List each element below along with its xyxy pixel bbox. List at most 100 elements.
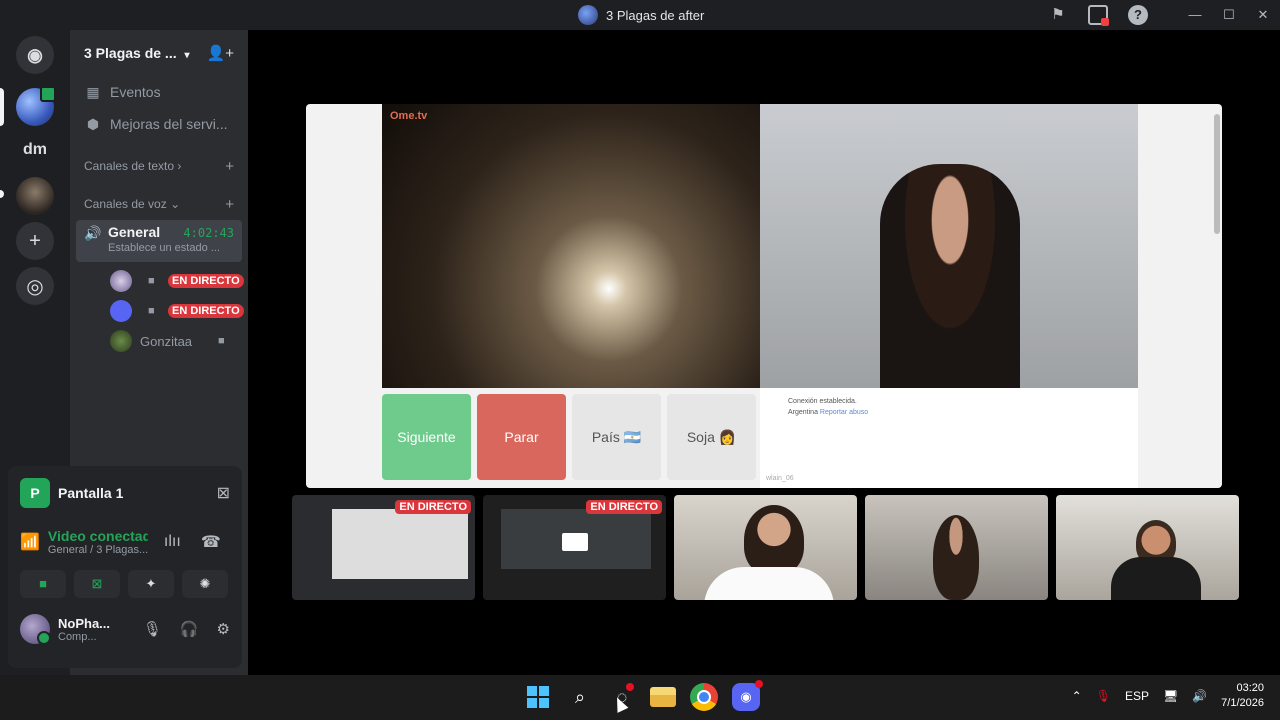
live-badge: EN DIRECTO [168,304,244,318]
add-channel-icon[interactable]: + [225,196,234,213]
connection-row: 📶 Video conectad General / 3 Plagas... ı… [8,520,242,564]
title-icons: ⚑ ? [1048,5,1148,26]
clock[interactable]: 03:20 7/1/2026 [1221,681,1264,711]
voice-status[interactable]: Establece un estado ... [108,242,234,254]
search-icon[interactable]: ⌕ [566,683,594,711]
file-explorer-icon[interactable] [650,687,676,707]
chat-footer: wlain_06 [766,475,794,482]
stream-stage: Ome.tv Siguiente Parar País 🇦🇷 Soja 👩 Co… [248,30,1280,675]
report-link[interactable]: Reportar abuso [820,409,868,416]
active-server-pill [0,88,4,126]
user-name-block[interactable]: NoPha... Comp... [58,616,110,643]
microphone-in-use-icon[interactable]: 🎙 [1096,689,1111,703]
add-server-icon[interactable]: + [16,222,54,260]
boosts-item[interactable]: ⬢ Mejoras del servi... [70,108,248,140]
chat-country: Argentina [788,409,818,416]
ometv-controls: Siguiente Parar País 🇦🇷 Soja 👩 [382,394,756,480]
chat-line-2: Argentina Reportar abuso [788,407,868,418]
user-area: NoPha... Comp... 🎙 🎧 ⚙ [8,604,242,654]
camera-tile[interactable] [674,495,857,600]
user-controls: 🎙 🎧 ⚙ [143,620,230,638]
avatar[interactable] [20,614,51,645]
voice-user[interactable]: Gonzitaa ■ [70,326,248,356]
events-item[interactable]: ▦ Eventos [70,76,248,108]
close-button[interactable]: ✕ [1246,0,1280,30]
server-user-icon[interactable] [16,177,54,215]
language-indicator[interactable]: ESP [1125,689,1149,703]
stream-tile[interactable]: EN DIRECTO [292,495,475,600]
live-badge: EN DIRECTO [395,500,471,514]
gear-icon[interactable]: ⚙ [217,620,230,638]
voice-channel-general[interactable]: 🔊 General 4:02:43 Establece un estado ..… [76,220,242,262]
guild-name-group: 3 Plagas de ... ▾ [84,45,190,61]
chat-message: Conexión establecida. Argentina Reportar… [788,396,868,418]
chevron-right-icon: › [177,159,182,173]
country-button[interactable]: País 🇦🇷 [572,394,661,480]
participant-body [704,567,834,600]
volume-icon[interactable]: 🔊 [1192,689,1207,703]
microphone-icon[interactable]: 🎙 [143,620,162,638]
connection-subtitle: General / 3 Plagas... [47,544,148,556]
camera-icon: ■ [218,335,225,347]
discord-taskbar-icon[interactable]: ◉ [732,680,763,711]
ometv-logo: Ome.tv [390,110,428,122]
inbox-flag-icon[interactable]: ⚑ [1048,5,1068,25]
chrome-icon[interactable] [690,683,718,711]
unread-pill [0,190,4,198]
server-3-plagas-icon[interactable] [16,86,56,126]
category-text-label: Canales de texto [84,159,175,173]
stream-tile[interactable]: EN DIRECTO [483,495,666,600]
add-channel-icon[interactable]: + [225,158,234,175]
stop-button[interactable]: Parar [477,394,566,480]
system-tray: ⌃ 🎙 ESP 🖥 🔊 03:20 7/1/2026 [1072,681,1264,711]
noise-suppression-icon[interactable]: ılıı [164,533,181,551]
discord-home-icon[interactable]: ◉ [16,36,54,74]
participant-video [744,505,804,575]
voice-user[interactable]: ■ EN DIRECTO [70,296,248,326]
category-text[interactable]: Canales de texto › + [70,154,248,178]
chevron-up-icon[interactable]: ⌃ [1072,689,1082,703]
avatar [110,330,132,352]
participant-tiles: EN DIRECTO EN DIRECTO [292,495,1239,600]
activities-button[interactable]: ✦ [128,570,174,598]
disconnect-icon[interactable]: ☎ [201,532,221,552]
boost-icon: ⬢ [86,115,100,132]
category-voice[interactable]: Canales de voz ⌄ + [70,192,248,216]
stream-preview [332,509,468,579]
camera-tile[interactable] [865,495,1048,600]
shared-screen-browser[interactable]: Ome.tv Siguiente Parar País 🇦🇷 Soja 👩 Co… [306,104,1222,488]
help-icon[interactable]: ? [1128,5,1148,25]
voice-user[interactable]: ■ EN DIRECTO [70,266,248,296]
category-voice-label: Canales de voz [84,197,167,211]
headphones-icon[interactable]: 🎧 [180,620,199,638]
live-badge: EN DIRECTO [586,500,662,514]
maximize-button[interactable]: ☐ [1212,0,1246,30]
connection-text[interactable]: Video conectad General / 3 Plagas... [48,528,148,556]
screen-record-icon[interactable] [1088,5,1109,26]
events-label: Eventos [110,84,161,100]
server-dm[interactable]: dm [16,131,54,169]
local-camera-feed: Ome.tv [382,104,760,388]
screen-share-button[interactable]: ⊠ [74,570,120,598]
call-timer: 4:02:43 [183,226,234,240]
start-icon[interactable] [524,683,552,711]
soundboard-button[interactable]: ✺ [182,570,228,598]
avatar [110,300,132,322]
network-icon[interactable]: 🖥 [1163,689,1178,703]
camera-button[interactable]: ■ [20,570,66,598]
participant-video [933,515,979,600]
signal-icon: 📶 [20,534,40,551]
scrollbar[interactable] [1214,114,1220,234]
invite-icon[interactable]: 👤+ [207,44,234,62]
stop-share-icon[interactable]: ⊠ [217,483,230,503]
camera-icon: ■ [148,275,155,287]
gender-button[interactable]: Soja 👩 [667,394,756,480]
avatar [110,270,132,292]
explore-icon[interactable]: ◎ [16,267,54,305]
minimize-button[interactable]: — [1178,0,1212,30]
chat-line-1: Conexión establecida. [788,398,857,405]
guild-header[interactable]: 3 Plagas de ... ▾ 👤+ [70,30,248,76]
next-button[interactable]: Siguiente [382,394,471,480]
windows-taskbar: ⌕ ◌ ◉ ⌃ 🎙 ESP 🖥 🔊 03:20 7/1/2026 [0,675,1280,720]
camera-tile[interactable] [1056,495,1239,600]
